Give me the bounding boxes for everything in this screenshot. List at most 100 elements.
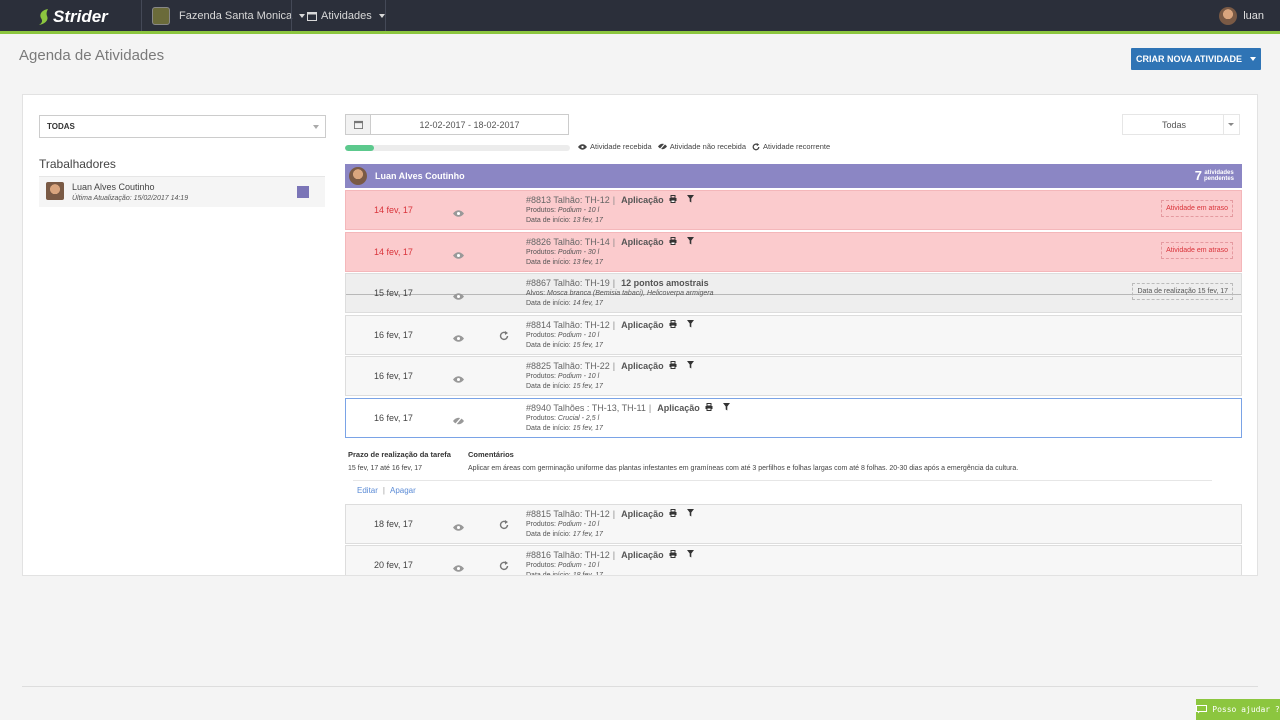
calendar-icon[interactable] — [346, 115, 371, 134]
print-icon — [669, 195, 677, 203]
delete-link[interactable]: Apagar — [390, 486, 416, 495]
filter-icon[interactable] — [682, 195, 694, 205]
strider-logo[interactable]: Strider — [38, 6, 108, 28]
print-icon — [669, 508, 677, 517]
chat-icon — [1196, 705, 1208, 714]
filter-icon[interactable] — [682, 508, 694, 519]
activity-id: #8816 Talhão: TH-12 — [526, 550, 610, 561]
eye-icon — [453, 204, 464, 222]
activities-menu[interactable]: Atividades — [307, 0, 385, 31]
activity-line-1: Alvos: Mosca branca (Bemisia tabaci), He… — [526, 290, 714, 298]
activity-line-2: Data de início: 15 fev, 17 — [526, 424, 603, 432]
activity-id: #8940 Talhões : TH-13, TH-11 — [526, 402, 646, 413]
activity-date: 20 fev, 17 — [374, 560, 413, 571]
chevron-down-icon — [299, 13, 306, 18]
filter-icon[interactable] — [682, 236, 694, 247]
activity-line-1: Produtos: Crucial - 2,5 l — [526, 414, 600, 422]
activity-line-1: Produtos: Podium - 10 l — [526, 562, 600, 570]
avatar — [46, 182, 64, 200]
farm-avatar — [152, 6, 170, 25]
legend-recurrent: Atividade recorrente — [763, 142, 831, 151]
date-range-value: 12-02-2017 - 18-02-2017 — [419, 120, 520, 130]
activity-line-2: Data de início: 18 fev, 17 — [526, 572, 603, 576]
activity-title: #8816 Talhão: TH-12 | Aplicação — [526, 550, 694, 560]
print-icon[interactable] — [664, 508, 677, 519]
create-activity-button[interactable]: CRIAR NOVA ATIVIDADE — [1131, 48, 1261, 70]
agenda-panel: TODAS Trabalhadores Luan Alves Coutinho … — [22, 94, 1258, 576]
progress-bar — [345, 145, 570, 151]
date-range-picker[interactable]: 12-02-2017 - 18-02-2017 — [345, 114, 569, 135]
activity-row[interactable]: 18 fev, 17 #8815 Talhão: TH-12 | Aplicação P… — [345, 503, 1242, 544]
status-filter-select[interactable]: Todas — [1122, 114, 1240, 135]
activity-details: Prazo de realização da tarefa 15 fev, 17 … — [345, 440, 1242, 504]
top-navbar: Strider Fazenda Santa Monica Atividades … — [0, 0, 1280, 34]
activity-type: 12 pontos amostrais — [621, 278, 709, 289]
print-icon — [669, 319, 677, 328]
filter-icon[interactable] — [682, 319, 694, 330]
status-filter-toggle[interactable] — [1223, 115, 1239, 134]
pending-counter: 7 atividades pendentes — [1195, 168, 1234, 183]
activity-row[interactable]: 14 fev, 17 #8813 Talhão: TH-12 | Aplicação P… — [345, 190, 1242, 230]
print-icon[interactable] — [664, 361, 677, 371]
filter-icon[interactable] — [682, 361, 694, 371]
filter-icon — [686, 361, 694, 369]
deadline-value: 15 fev, 17 até 16 fev, 17 — [348, 464, 423, 472]
filter-icon[interactable] — [718, 402, 730, 413]
activity-date: 16 fev, 17 — [374, 412, 413, 423]
avatar — [349, 167, 367, 185]
worker-filter-select[interactable]: TODAS — [39, 115, 326, 138]
farm-name: Fazenda Santa Monica — [179, 9, 293, 22]
print-icon[interactable] — [664, 195, 677, 205]
filter-icon — [686, 236, 694, 245]
farm-selector[interactable]: Fazenda Santa Monica — [152, 0, 306, 31]
refresh-icon — [499, 558, 509, 575]
refresh-icon — [752, 142, 760, 150]
activity-row[interactable]: 16 fev, 17 #8940 Talhões : TH-13, TH-11 | A… — [345, 397, 1242, 438]
chevron-down-icon — [1250, 57, 1256, 61]
user-menu[interactable]: luan — [1219, 0, 1264, 31]
worker-group-header[interactable]: Luan Alves Coutinho 7 atividades pendente… — [345, 164, 1242, 188]
refresh-icon — [499, 517, 509, 535]
print-icon[interactable] — [700, 402, 713, 413]
worker-last-update: Última Atualização: 15/02/2017 14:19 — [72, 195, 189, 202]
activity-type: Aplicação — [621, 550, 664, 561]
help-button[interactable]: Posso ajudar ? — [1196, 699, 1280, 720]
filter-icon — [722, 402, 730, 411]
print-icon[interactable] — [664, 319, 677, 330]
activity-line-1: Produtos: Podium - 10 l — [526, 520, 600, 528]
legend: Atividade recebida Atividade não recebid… — [578, 142, 836, 151]
print-icon[interactable] — [664, 236, 677, 247]
edit-link[interactable]: Editar — [357, 486, 378, 495]
activity-row[interactable]: 15 fev, 17 #8867 Talhão: TH-19 | 12 pontos … — [345, 273, 1242, 314]
worker-item[interactable]: Luan Alves Coutinho Última Atualização: … — [39, 176, 325, 207]
activity-title: #8813 Talhão: TH-12 | Aplicação — [526, 195, 694, 205]
refresh-icon — [499, 328, 509, 346]
filter-icon[interactable] — [682, 550, 694, 560]
activity-id: #8867 Talhão: TH-19 — [526, 278, 610, 289]
activity-line-2: Data de início: 17 fev, 17 — [526, 530, 603, 538]
activity-line-2: Data de início: 13 fev, 17 — [526, 258, 603, 266]
chevron-down-icon — [1228, 123, 1234, 126]
eye-icon — [453, 518, 464, 536]
chevron-down-icon — [313, 125, 319, 129]
strikethrough-line — [346, 294, 1241, 296]
print-icon[interactable] — [664, 550, 677, 560]
activity-row[interactable]: 14 fev, 17 #8826 Talhão: TH-14 | Aplicação P… — [345, 231, 1242, 272]
comments-value: Aplicar em áreas com germinação uniforme… — [468, 464, 1019, 472]
activity-type: Aplicação — [621, 195, 664, 205]
print-icon — [669, 361, 677, 370]
activity-type: Aplicação — [621, 508, 664, 519]
activity-row[interactable]: 16 fev, 17 #8814 Talhão: TH-12 | Aplicação P… — [345, 314, 1242, 355]
eye-slash-icon — [657, 143, 667, 150]
group-worker-name: Luan Alves Coutinho — [375, 171, 465, 181]
activity-row[interactable]: 20 fev, 17 #8816 Talhão: TH-12 | Aplicação P… — [345, 545, 1242, 576]
activity-title: #8825 Talhão: TH-22 | Aplicação — [526, 361, 694, 371]
activity-row[interactable]: 16 fev, 17 #8825 Talhão: TH-22 | Aplicação P… — [345, 356, 1242, 397]
activity-date: 18 fev, 17 — [374, 518, 413, 529]
activity-date: 16 fev, 17 — [374, 329, 413, 340]
filter-icon — [686, 550, 694, 558]
activity-line-2: Data de início: 15 fev, 17 — [526, 341, 603, 349]
eye-icon — [453, 370, 464, 388]
activity-status-badge: Atividade em atraso — [1161, 241, 1233, 259]
activity-title: #8826 Talhão: TH-14 | Aplicação — [526, 236, 694, 247]
